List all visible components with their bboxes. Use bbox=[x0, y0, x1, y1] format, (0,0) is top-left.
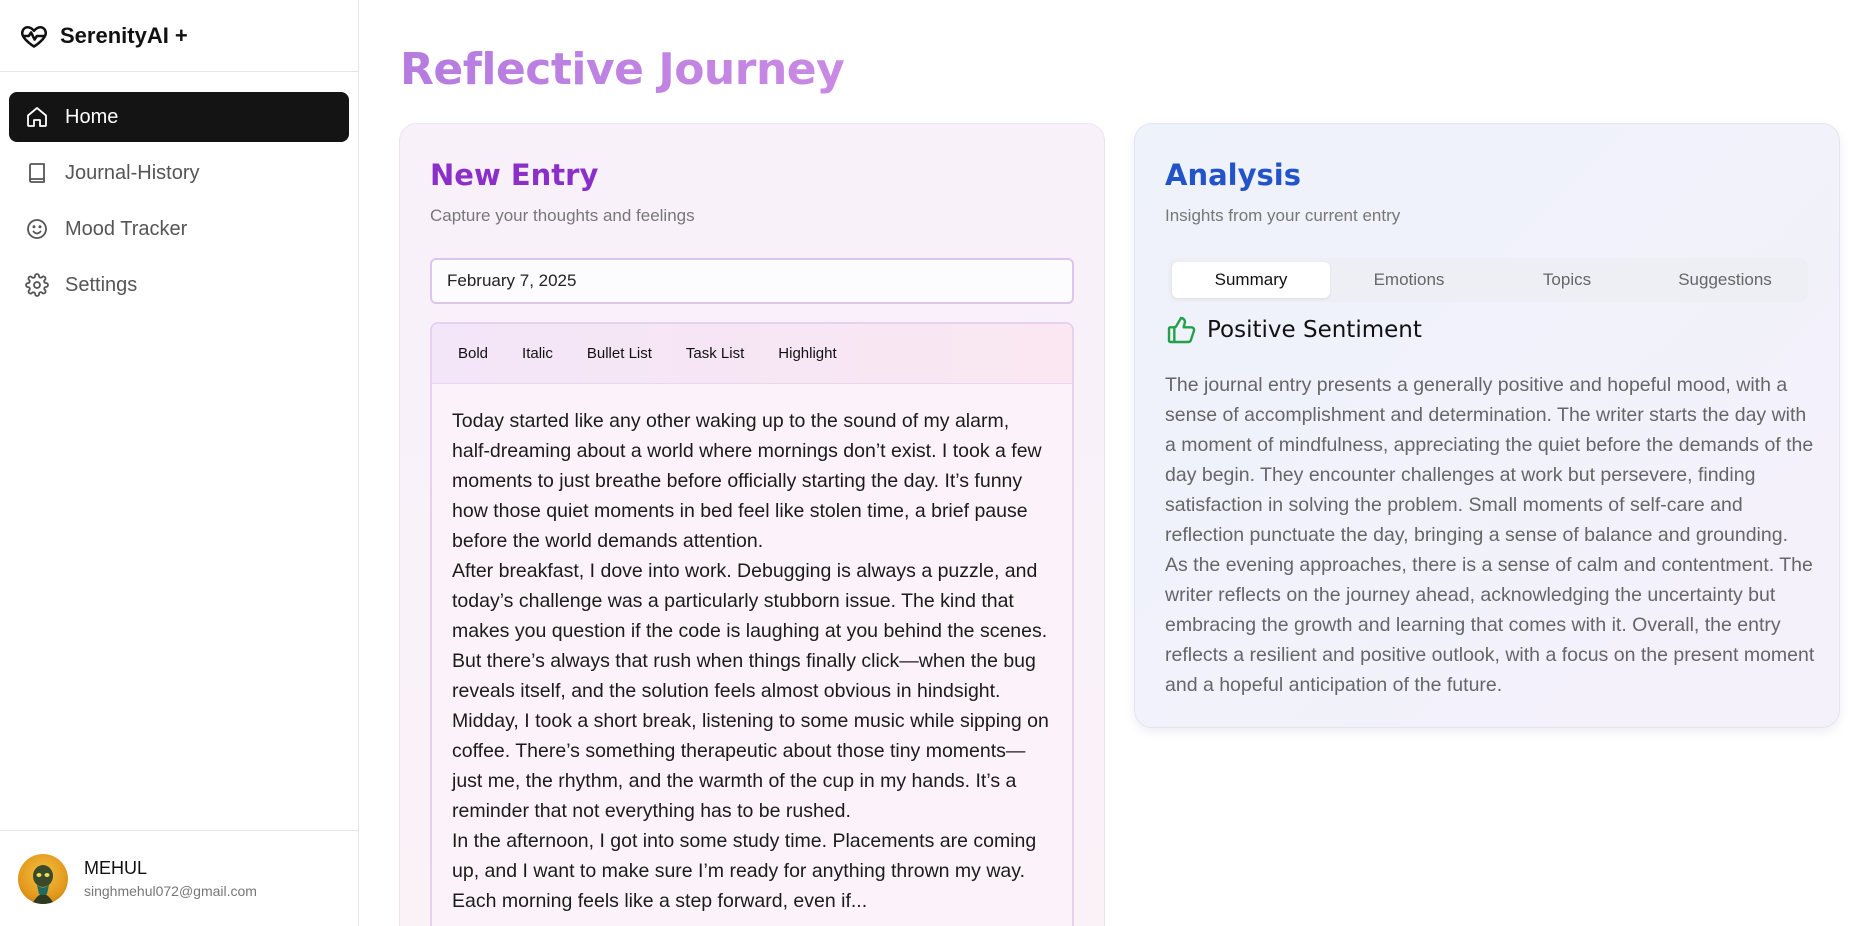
analysis-subtitle: Insights from your current entry bbox=[1165, 206, 1401, 225]
analysis-title: Analysis bbox=[1165, 158, 1301, 192]
sidebar-item-mood-tracker[interactable]: Mood Tracker bbox=[9, 204, 349, 254]
editor-content[interactable]: Today started like any other waking up t… bbox=[432, 384, 1072, 916]
journal-editor[interactable]: Bold Italic Bullet List Task List Highli… bbox=[430, 322, 1074, 926]
tab-summary[interactable]: Summary bbox=[1172, 262, 1330, 298]
sidebar-item-label: Mood Tracker bbox=[65, 217, 188, 240]
sidebar-nav: Home Journal-History Mood Tracker Settin… bbox=[0, 72, 358, 330]
entry-paragraph: Midday, I took a short break, listening … bbox=[452, 710, 1049, 822]
home-icon bbox=[27, 107, 47, 127]
tab-topics[interactable]: Topics bbox=[1488, 262, 1646, 298]
sidebar-item-label: Settings bbox=[65, 273, 138, 296]
analysis-tabs: Summary Emotions Topics Suggestions bbox=[1168, 258, 1808, 302]
thumbs-up-icon bbox=[1167, 316, 1196, 344]
summary-text: The journal entry presents a generally p… bbox=[1165, 374, 1815, 696]
new-entry-subtitle: Capture your thoughts and feelings bbox=[430, 206, 695, 225]
bold-button[interactable]: Bold bbox=[444, 339, 502, 368]
sidebar-item-label: Home bbox=[65, 105, 119, 128]
highlight-button[interactable]: Highlight bbox=[764, 339, 850, 368]
new-entry-card: New Entry Capture your thoughts and feel… bbox=[399, 123, 1105, 926]
italic-button[interactable]: Italic bbox=[508, 339, 567, 368]
entry-paragraph: Today started like any other waking up t… bbox=[452, 410, 1042, 552]
user-name: MEHUL bbox=[84, 858, 148, 878]
tab-emotions[interactable]: Emotions bbox=[1330, 262, 1488, 298]
sidebar-item-journal-history[interactable]: Journal-History bbox=[9, 148, 349, 198]
gear-icon bbox=[25, 273, 49, 297]
user-info: MEHUL singhmehul072@gmail.com bbox=[84, 858, 257, 899]
avatar-image bbox=[32, 864, 54, 904]
date-input[interactable] bbox=[430, 258, 1074, 304]
book-icon bbox=[29, 163, 45, 183]
brand[interactable]: SerenityAI + bbox=[0, 0, 358, 72]
sidebar: SerenityAI + Home Journal-History Mood T… bbox=[0, 0, 359, 926]
page-title: Reflective Journey bbox=[400, 44, 845, 95]
user-email: singhmehul072@gmail.com bbox=[84, 883, 257, 899]
avatar bbox=[18, 853, 68, 904]
sidebar-item-label: Journal-History bbox=[65, 161, 200, 184]
tab-suggestions[interactable]: Suggestions bbox=[1646, 262, 1804, 298]
sentiment-heading: Positive Sentiment bbox=[1165, 314, 1422, 346]
heart-pulse-icon bbox=[21, 25, 47, 48]
entry-paragraph: After breakfast, I dove into work. Debug… bbox=[452, 560, 1048, 702]
task-list-button[interactable]: Task List bbox=[672, 339, 758, 368]
app-name: SerenityAI + bbox=[60, 22, 188, 48]
sidebar-item-home[interactable]: Home bbox=[9, 92, 349, 142]
bullet-list-button[interactable]: Bullet List bbox=[573, 339, 666, 368]
user-profile[interactable]: MEHUL singhmehul072@gmail.com bbox=[0, 830, 358, 926]
new-entry-title: New Entry bbox=[430, 158, 599, 192]
editor-toolbar: Bold Italic Bullet List Task List Highli… bbox=[432, 324, 1072, 384]
sentiment-label: Positive Sentiment bbox=[1207, 317, 1422, 343]
entry-paragraph: In the afternoon, I got into some study … bbox=[452, 830, 1037, 912]
sidebar-item-settings[interactable]: Settings bbox=[9, 260, 349, 310]
smile-icon bbox=[27, 219, 47, 239]
analysis-card: Analysis Insights from your current entr… bbox=[1134, 123, 1840, 728]
